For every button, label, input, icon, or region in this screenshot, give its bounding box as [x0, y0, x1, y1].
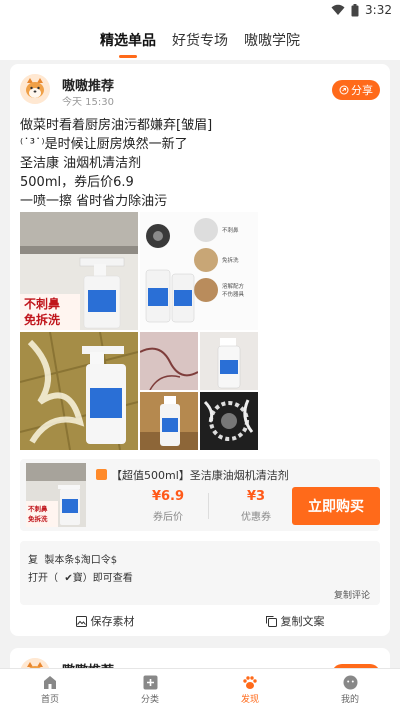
feed[interactable]: 嗷嗷推荐 今天 15:30 分享 做菜时看着厨房油污都嫌弃[皱眉] ⁽˙³˙⁾是… — [0, 64, 400, 668]
status-bar: 3:32 — [0, 0, 400, 22]
home-icon — [44, 675, 56, 689]
category-icon — [143, 675, 157, 689]
status-time: 3:32 — [365, 3, 392, 17]
nav-label: 发现 — [240, 694, 259, 705]
avatar[interactable] — [20, 74, 50, 104]
post-text-line: 500ml，券后价6.9 — [20, 175, 134, 190]
image-icon — [75, 615, 87, 627]
share-icon — [339, 85, 349, 95]
image-caption: 不刺鼻 — [222, 226, 239, 234]
product-card[interactable]: 不刺鼻 免拆洗 【超值500ml】圣洁康油烟机清洁剂 ¥6.9 券后价 ¥3 优… — [20, 459, 380, 531]
product-image-2[interactable]: 不刺鼻 免拆洗 溶解配方 不伤器具 — [140, 212, 258, 330]
nav-label: 首页 — [40, 694, 59, 705]
status-icons: 3:32 — [331, 3, 392, 17]
sprayed-tile-illustration — [20, 332, 138, 450]
image-caption: 不伤器具 — [222, 290, 245, 298]
copy-comment-button[interactable]: 复制评论 — [334, 588, 370, 601]
image-caption: 免拆洗 — [28, 514, 48, 523]
save-material-button[interactable]: 保存素材 — [10, 610, 200, 632]
product-image-7[interactable] — [200, 392, 258, 450]
nav-discover[interactable]: 发现 — [200, 669, 300, 710]
product-image-3[interactable] — [20, 332, 138, 450]
battery-icon — [351, 3, 359, 16]
avatar[interactable] — [20, 658, 50, 668]
stove-illustration — [200, 392, 258, 450]
nav-profile[interactable]: 我的 — [300, 669, 400, 710]
top-tabs: 精选单品 好货专场 嗷嗷学院 — [0, 22, 400, 60]
paw-icon — [243, 675, 257, 689]
coupon-value: ¥3 — [246, 489, 266, 504]
post-text-line: ⁽˙³˙⁾是时候让厨房焕然一新了 — [20, 137, 188, 152]
after-coupon-price: ¥6.9 — [151, 489, 185, 504]
post-text-line: 圣洁康 油烟机清洁剂 — [20, 156, 142, 171]
post-text-line: 一喷一擦 省时省力除油污 — [20, 194, 168, 209]
bottle-counter-illustration — [140, 392, 198, 450]
bottle-illustration — [200, 332, 258, 390]
copy-text-line: 打开（ ✔寶）即可查看 — [28, 573, 133, 584]
copy-text-line: 复 製本条$淘口令$ — [28, 555, 118, 566]
product-image-6[interactable] — [140, 392, 198, 450]
post-text-line: 做菜时看着厨房油污都嫌弃[皱眉] — [20, 118, 213, 133]
product-thumb-illustration: 不刺鼻 免拆洗 — [26, 463, 86, 527]
coupon-box: ¥3 优惠券 — [220, 489, 292, 523]
copy-icon — [265, 615, 277, 627]
product-title-text: 【超值500ml】圣洁康油烟机清洁剂 — [111, 469, 289, 482]
post-text[interactable]: 做菜时看着厨房油污都嫌弃[皱眉] ⁽˙³˙⁾是时候让厨房焕然一新了 圣洁康 油烟… — [20, 116, 380, 211]
divider — [208, 493, 209, 519]
copy-text-box[interactable]: 复 製本条$淘口令$ 打开（ ✔寶）即可查看 复制评论 — [20, 541, 380, 605]
marble-illustration — [140, 332, 198, 390]
share-label: 分享 — [351, 84, 373, 97]
nav-category[interactable]: 分类 — [100, 669, 200, 710]
post-time: 今天 15:30 — [62, 97, 114, 108]
author-name: 嗷嗷推荐 — [62, 660, 114, 668]
image-grid: 不刺鼻 免拆洗 不刺鼻 免拆洗 溶解配方 不伤器具 — [20, 212, 260, 450]
post-header: 嗷嗷推荐 今天 15:30 分享 — [20, 74, 380, 108]
store-icon — [96, 469, 107, 480]
tab-academy[interactable]: 嗷嗷学院 — [244, 30, 300, 52]
tab-good-goods[interactable]: 好货专场 — [172, 30, 228, 52]
after-coupon-price-box: ¥6.9 券后价 — [132, 489, 204, 523]
wifi-icon — [331, 4, 345, 15]
save-material-label: 保存素材 — [90, 615, 135, 628]
post-actions: 保存素材 复制文案 — [10, 610, 390, 632]
infographic-illustration: 不刺鼻 免拆洗 溶解配方 不伤器具 — [140, 212, 258, 330]
product-image-5[interactable] — [200, 332, 258, 390]
shiba-avatar-icon — [20, 658, 50, 668]
after-coupon-label: 券后价 — [153, 512, 183, 523]
post-card: 嗷嗷推荐 今天 15:30 分享 做菜时看着厨房油污都嫌弃[皱眉] ⁽˙³˙⁾是… — [10, 64, 390, 636]
post-card: 嗷嗷推荐 — [10, 648, 390, 668]
image-caption: 不刺鼻 — [24, 296, 60, 311]
copy-text-label: 复制文案 — [280, 615, 325, 628]
image-caption: 溶解配方 — [222, 282, 245, 290]
copy-text-button[interactable]: 复制文案 — [200, 610, 390, 632]
nav-label: 分类 — [140, 694, 159, 705]
product-image-1[interactable]: 不刺鼻 免拆洗 — [20, 212, 138, 330]
product-thumbnail[interactable]: 不刺鼻 免拆洗 — [26, 463, 86, 527]
profile-icon — [343, 675, 357, 689]
shiba-avatar-icon — [20, 74, 50, 104]
coupon-label: 优惠券 — [241, 512, 271, 523]
nav-home[interactable]: 首页 — [0, 669, 100, 710]
image-caption: 免拆洗 — [222, 256, 239, 264]
product-title: 【超值500ml】圣洁康油烟机清洁剂 — [96, 467, 289, 483]
share-button[interactable]: 分享 — [332, 80, 380, 100]
spray-bottle-illustration: 不刺鼻 免拆洗 — [20, 212, 138, 330]
author-name: 嗷嗷推荐 — [62, 79, 115, 94]
tab-featured[interactable]: 精选单品 — [100, 30, 156, 52]
image-caption: 免拆洗 — [24, 312, 60, 327]
image-caption: 不刺鼻 — [28, 504, 48, 513]
product-image-4[interactable] — [140, 332, 198, 390]
buy-now-button[interactable]: 立即购买 — [292, 487, 380, 525]
bottom-nav: 首页 分类 发现 我的 — [0, 668, 400, 710]
nav-label: 我的 — [340, 694, 359, 705]
